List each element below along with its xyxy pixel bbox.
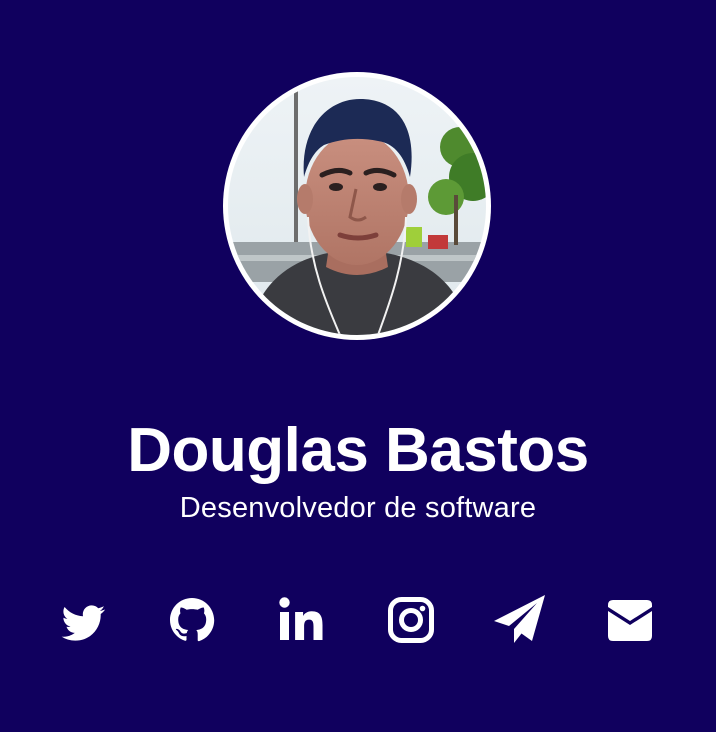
twitter-link[interactable] [52, 590, 112, 650]
email-icon [608, 600, 652, 641]
avatar [223, 72, 491, 340]
instagram-icon [388, 597, 434, 643]
github-icon [170, 598, 215, 642]
profile-name: Douglas Bastos [127, 416, 589, 485]
telegram-link[interactable] [490, 590, 550, 650]
instagram-link[interactable] [381, 590, 441, 650]
github-link[interactable] [162, 590, 222, 650]
email-link[interactable] [600, 590, 660, 650]
profile-photo [228, 77, 486, 335]
linkedin-link[interactable] [271, 590, 331, 650]
profile-page: Douglas Bastos Desenvolvedor de software [0, 0, 716, 732]
linkedin-icon [279, 597, 323, 640]
telegram-icon [494, 595, 545, 643]
social-links [0, 590, 716, 650]
twitter-icon [61, 605, 106, 641]
profile-role: Desenvolvedor de software [179, 492, 537, 524]
